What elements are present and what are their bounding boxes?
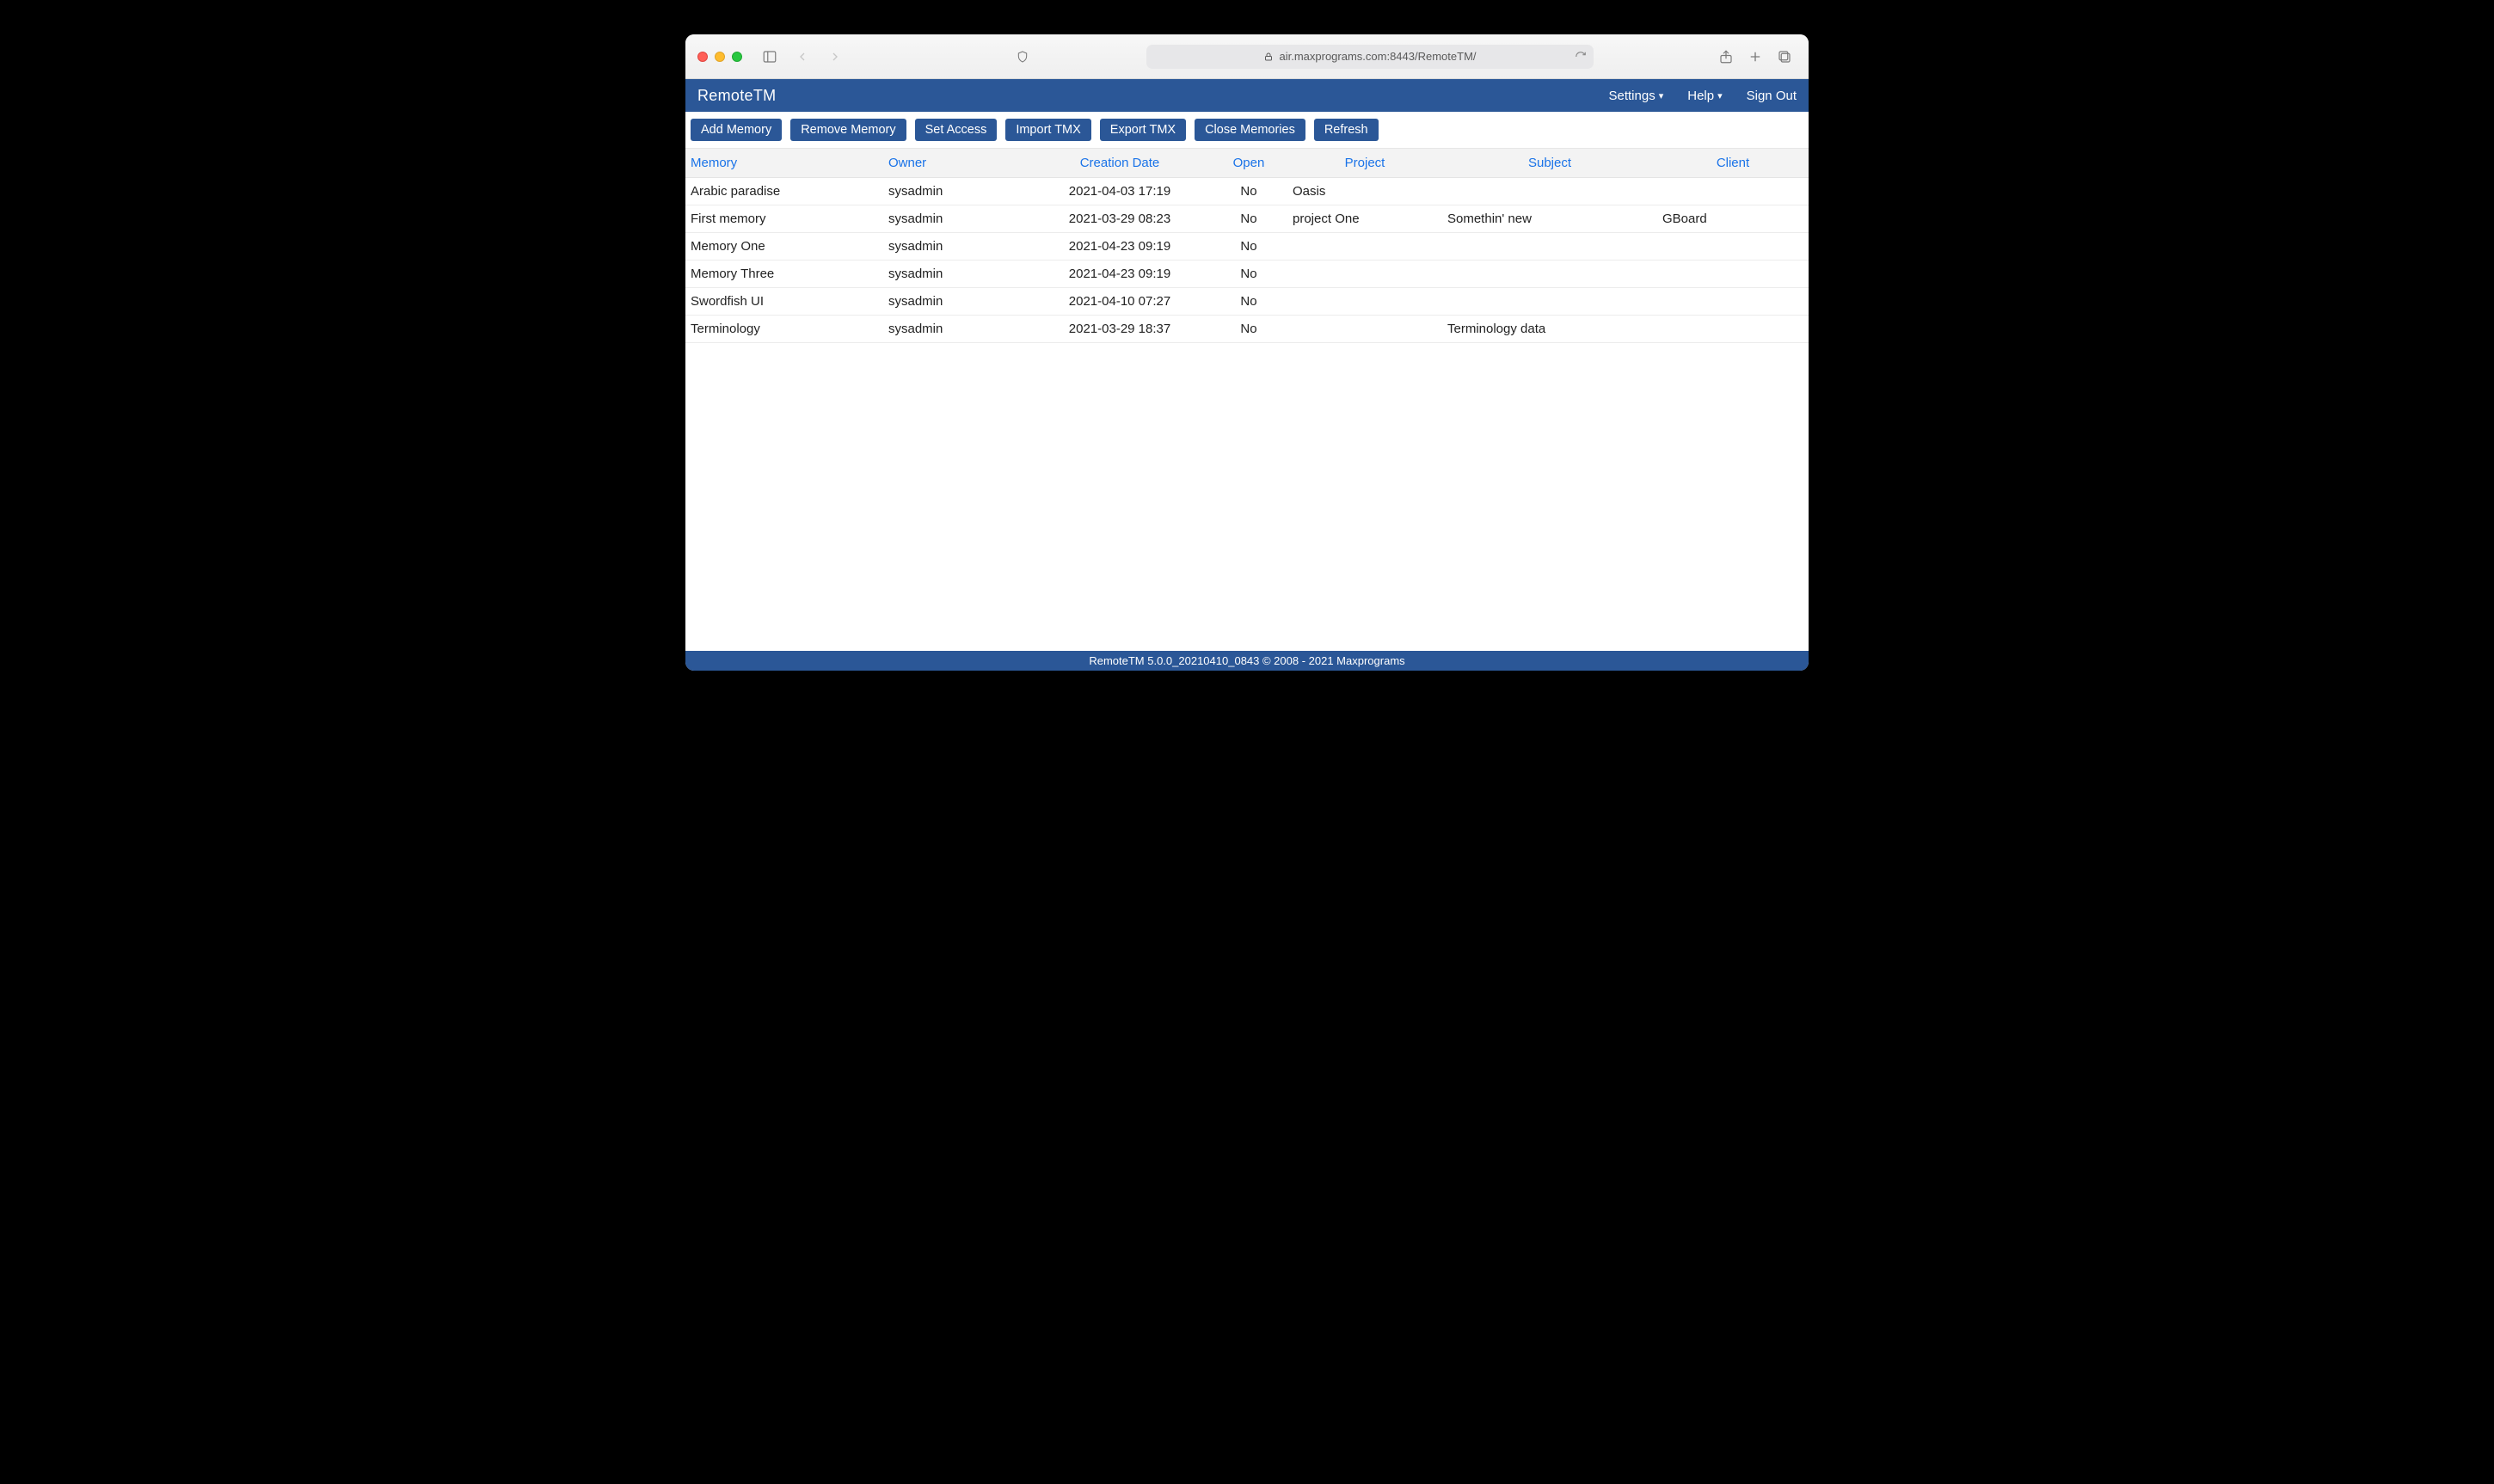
cell-project (1287, 288, 1442, 316)
window-controls (697, 52, 742, 62)
cell-open: No (1210, 233, 1287, 261)
footer: RemoteTM 5.0.0_20210410_0843 © 2008 - 20… (685, 651, 1809, 671)
cell-date: 2021-04-23 09:19 (1029, 261, 1210, 288)
lock-icon (1263, 52, 1274, 62)
set-access-button[interactable]: Set Access (915, 119, 998, 141)
cell-subject: Somethin' new (1442, 205, 1657, 233)
cell-client (1657, 316, 1809, 343)
forward-button[interactable] (823, 46, 847, 68)
cell-subject (1442, 288, 1657, 316)
col-header-client[interactable]: Client (1657, 149, 1809, 178)
cell-memory: Terminology (685, 316, 883, 343)
chevron-down-icon: ▾ (1659, 90, 1664, 101)
browser-window: air.maxprograms.com:8443/RemoteTM/ (685, 34, 1809, 671)
cell-owner: sysadmin (883, 178, 1029, 205)
close-memories-button[interactable]: Close Memories (1195, 119, 1305, 141)
reload-button[interactable] (1575, 51, 1587, 63)
cell-memory: Arabic paradise (685, 178, 883, 205)
minimize-window-button[interactable] (715, 52, 725, 62)
cell-project: Oasis (1287, 178, 1442, 205)
cell-open: No (1210, 261, 1287, 288)
cell-date: 2021-04-10 07:27 (1029, 288, 1210, 316)
table-row[interactable]: First memorysysadmin2021-03-29 08:23Nopr… (685, 205, 1809, 233)
cell-project: project One (1287, 205, 1442, 233)
cell-owner: sysadmin (883, 261, 1029, 288)
cell-memory: Memory One (685, 233, 883, 261)
url-text: air.maxprograms.com:8443/RemoteTM/ (1279, 50, 1476, 63)
cell-open: No (1210, 316, 1287, 343)
cell-client (1657, 178, 1809, 205)
tabs-overview-button[interactable] (1772, 46, 1797, 68)
table-header-row: Memory Owner Creation Date Open Project … (685, 149, 1809, 178)
cell-subject (1442, 261, 1657, 288)
cell-memory: Swordfish UI (685, 288, 883, 316)
address-bar[interactable]: air.maxprograms.com:8443/RemoteTM/ (1146, 45, 1594, 69)
table-row[interactable]: Swordfish UIsysadmin2021-04-10 07:27No (685, 288, 1809, 316)
app-header: RemoteTM Settings ▾ Help ▾ Sign Out (685, 79, 1809, 112)
privacy-shield-button[interactable] (1010, 46, 1035, 68)
cell-memory: First memory (685, 205, 883, 233)
memories-table: Memory Owner Creation Date Open Project … (685, 149, 1809, 343)
new-tab-button[interactable] (1743, 46, 1767, 68)
add-memory-button[interactable]: Add Memory (691, 119, 782, 141)
browser-chrome: air.maxprograms.com:8443/RemoteTM/ (685, 34, 1809, 79)
cell-owner: sysadmin (883, 233, 1029, 261)
back-button[interactable] (790, 46, 814, 68)
cell-owner: sysadmin (883, 205, 1029, 233)
cell-open: No (1210, 205, 1287, 233)
browser-right-controls (1714, 46, 1797, 68)
footer-text: RemoteTM 5.0.0_20210410_0843 © 2008 - 20… (1089, 654, 1404, 667)
table-row[interactable]: Memory Threesysadmin2021-04-23 09:19No (685, 261, 1809, 288)
cell-date: 2021-04-23 09:19 (1029, 233, 1210, 261)
col-header-owner[interactable]: Owner (883, 149, 1029, 178)
close-window-button[interactable] (697, 52, 708, 62)
sidebar-toggle-button[interactable] (758, 46, 782, 68)
app-title: RemoteTM (697, 87, 776, 105)
cell-memory: Memory Three (685, 261, 883, 288)
toolbar: Add Memory Remove Memory Set Access Impo… (685, 112, 1809, 149)
cell-subject (1442, 178, 1657, 205)
col-header-date[interactable]: Creation Date (1029, 149, 1210, 178)
cell-open: No (1210, 178, 1287, 205)
col-header-subject[interactable]: Subject (1442, 149, 1657, 178)
help-menu[interactable]: Help ▾ (1687, 89, 1722, 103)
signout-label: Sign Out (1747, 89, 1797, 103)
col-header-memory[interactable]: Memory (685, 149, 883, 178)
table-body: Arabic paradisesysadmin2021-04-03 17:19N… (685, 178, 1809, 343)
table-row[interactable]: Memory Onesysadmin2021-04-23 09:19No (685, 233, 1809, 261)
cell-owner: sysadmin (883, 288, 1029, 316)
cell-project (1287, 261, 1442, 288)
remove-memory-button[interactable]: Remove Memory (790, 119, 906, 141)
help-label: Help (1687, 89, 1714, 103)
settings-label: Settings (1609, 89, 1656, 103)
export-tmx-button[interactable]: Export TMX (1100, 119, 1186, 141)
cell-subject: Terminology data (1442, 316, 1657, 343)
col-header-open[interactable]: Open (1210, 149, 1287, 178)
table-row[interactable]: Terminologysysadmin2021-03-29 18:37No Ter… (685, 316, 1809, 343)
cell-date: 2021-04-03 17:19 (1029, 178, 1210, 205)
share-button[interactable] (1714, 46, 1738, 68)
memories-table-container: Memory Owner Creation Date Open Project … (685, 149, 1809, 651)
cell-client (1657, 288, 1809, 316)
cell-project (1287, 233, 1442, 261)
import-tmx-button[interactable]: Import TMX (1005, 119, 1090, 141)
signout-link[interactable]: Sign Out (1747, 89, 1797, 103)
table-row[interactable]: Arabic paradisesysadmin2021-04-03 17:19N… (685, 178, 1809, 205)
settings-menu[interactable]: Settings ▾ (1609, 89, 1664, 103)
refresh-button[interactable]: Refresh (1314, 119, 1379, 141)
chevron-down-icon: ▾ (1717, 90, 1723, 101)
cell-date: 2021-03-29 08:23 (1029, 205, 1210, 233)
cell-owner: sysadmin (883, 316, 1029, 343)
cell-subject (1442, 233, 1657, 261)
cell-date: 2021-03-29 18:37 (1029, 316, 1210, 343)
cell-client (1657, 261, 1809, 288)
cell-open: No (1210, 288, 1287, 316)
col-header-project[interactable]: Project (1287, 149, 1442, 178)
cell-client (1657, 233, 1809, 261)
cell-project (1287, 316, 1442, 343)
cell-client: GBoard (1657, 205, 1809, 233)
maximize-window-button[interactable] (732, 52, 742, 62)
